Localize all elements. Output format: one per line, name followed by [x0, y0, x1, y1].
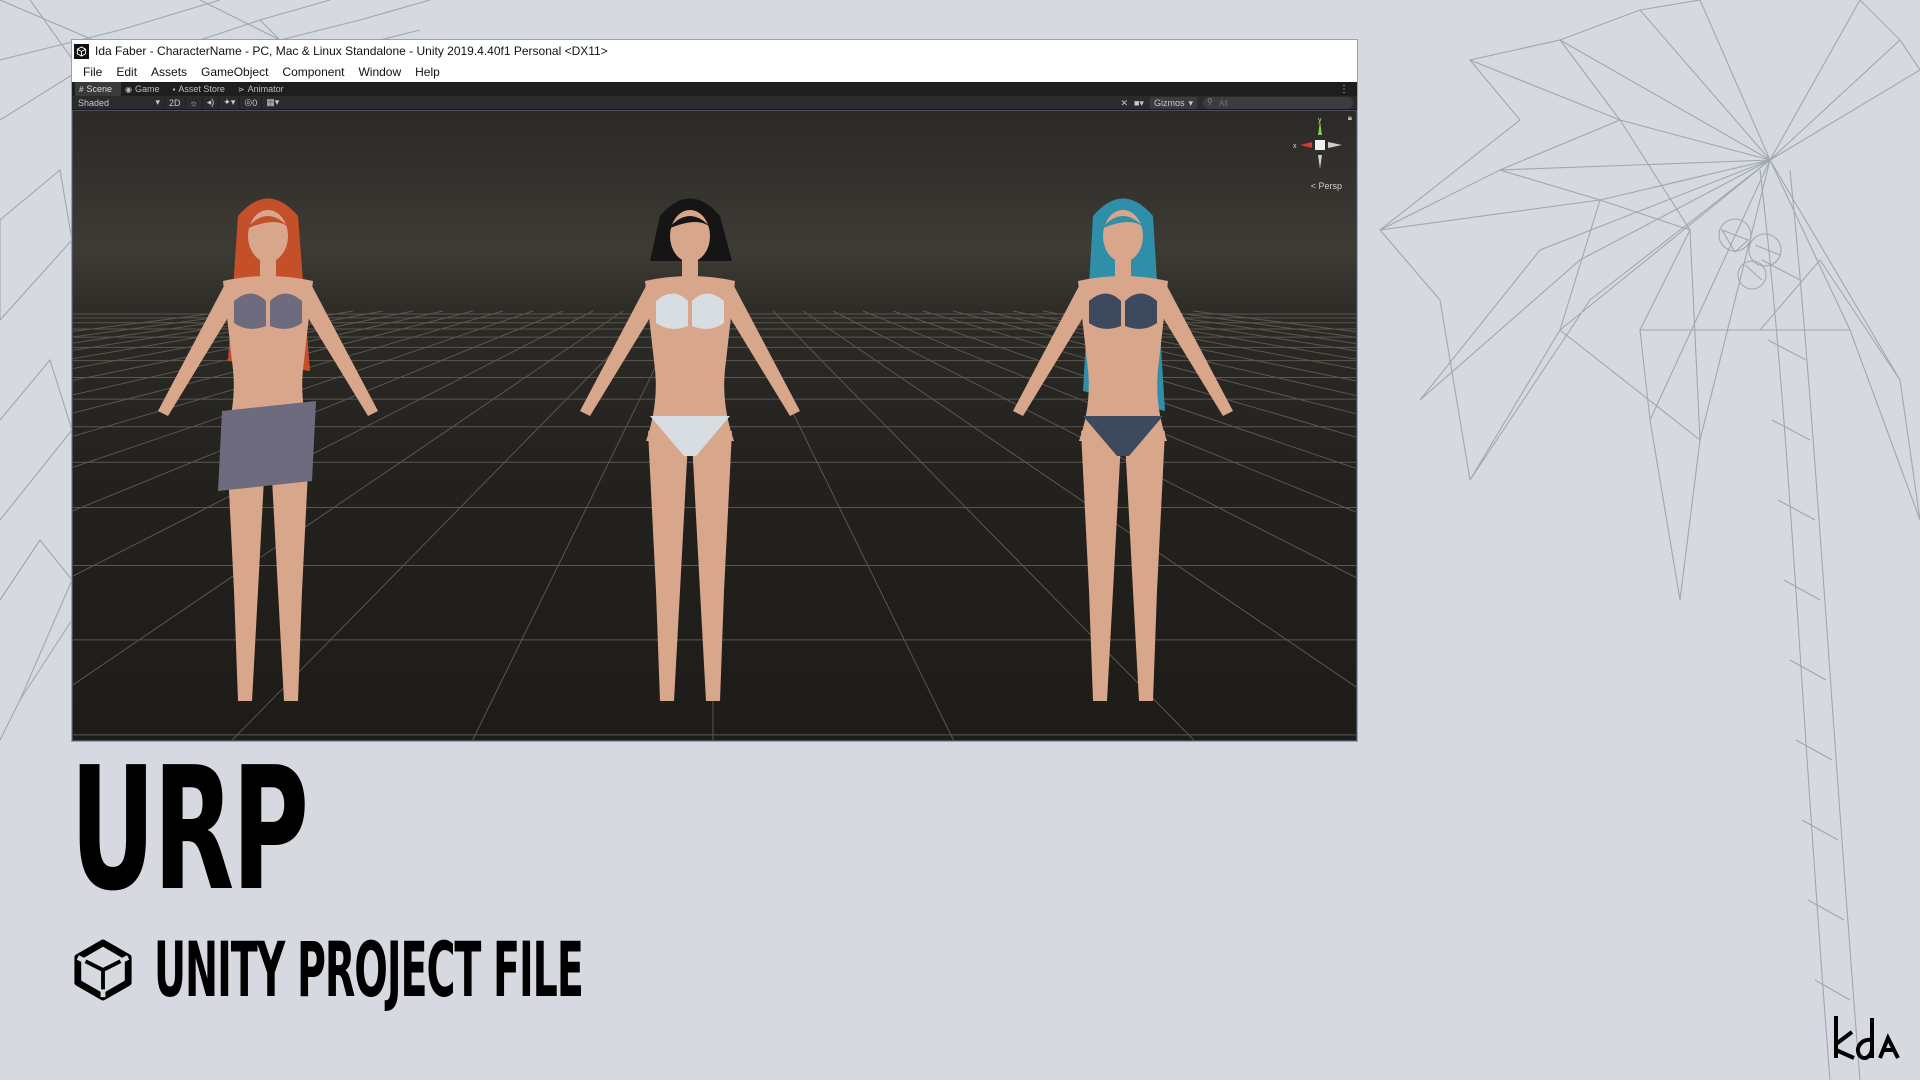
- character-arm: [1013, 286, 1087, 416]
- grid-line: [1192, 310, 1356, 333]
- hash-icon: #: [79, 84, 84, 94]
- menu-assets[interactable]: Assets: [144, 65, 194, 79]
- menu-edit[interactable]: Edit: [109, 65, 144, 79]
- effects-icon: ✦▾: [223, 97, 236, 107]
- subtitle: UNITY PROJECT FILE: [154, 925, 584, 1014]
- tab-game-label: Game: [134, 84, 160, 94]
- character-top: [1125, 293, 1157, 329]
- animator-icon: ⋗: [237, 84, 245, 94]
- grid-dropdown[interactable]: ▦▾: [261, 96, 283, 109]
- gizmo-x-label: x: [1293, 143, 1297, 150]
- shading-mode-dropdown[interactable]: Shaded ▾: [74, 97, 164, 109]
- gizmos-label: Gizmos: [1153, 98, 1185, 108]
- unity-logo-icon: [74, 43, 89, 59]
- grid-line: [73, 310, 384, 369]
- search-icon: ⚲: [1207, 97, 1213, 106]
- hidden-objects-toggle[interactable]: ◎ 0: [239, 96, 261, 109]
- character-top: [692, 293, 724, 329]
- audio-toggle[interactable]: ◂): [201, 96, 219, 109]
- grid-line: [802, 310, 1356, 688]
- camera-dropdown[interactable]: ■▾: [1134, 98, 1144, 109]
- grid-line: [472, 310, 684, 740]
- menu-component[interactable]: Component: [275, 65, 351, 79]
- menu-bar: File Edit Assets GameObject Component Wi…: [72, 62, 1357, 82]
- character-arm: [1159, 286, 1233, 416]
- subtitle-row: UNITY PROJECT FILE: [72, 930, 979, 1010]
- headline: URP: [70, 731, 309, 929]
- bag-icon: ▪: [172, 84, 176, 94]
- menu-gameobject[interactable]: GameObject: [194, 65, 275, 79]
- character-top: [656, 293, 688, 329]
- character-neck: [260, 259, 276, 277]
- toggle-2d-button[interactable]: 2D: [164, 96, 185, 109]
- editor-tabs: # Scene ◉ Game ▪ Asset Store ⋗ Animator …: [72, 82, 1357, 96]
- character-neck: [682, 259, 698, 277]
- grid-line: [1132, 310, 1356, 344]
- grid-line: [73, 310, 594, 577]
- grid-line: [1012, 310, 1356, 382]
- menu-window[interactable]: Window: [351, 65, 408, 79]
- title-bar: Ida Faber - CharacterName - PC, Mac & Li…: [72, 40, 1357, 62]
- character-skirt: [218, 401, 316, 491]
- eye-hidden-icon: ◎: [244, 97, 253, 107]
- tab-scene[interactable]: # Scene: [75, 82, 121, 96]
- gizmo-y-label: y: [1318, 117, 1322, 124]
- panel-menu-icon[interactable]: ⋮: [1339, 84, 1349, 95]
- projection-toggle[interactable]: < Persp: [1311, 181, 1342, 191]
- unity-logo-icon: [74, 939, 132, 1001]
- gamepad-icon: ◉: [124, 84, 132, 94]
- grid-line: [772, 310, 1195, 740]
- tools-icon[interactable]: ✕: [1120, 98, 1128, 109]
- character-model: [580, 198, 800, 701]
- gizmos-dropdown[interactable]: Gizmos ▾: [1149, 97, 1197, 109]
- menu-help[interactable]: Help: [408, 65, 447, 79]
- character-models: [158, 198, 1233, 701]
- scene-toolbar: Shaded ▾ 2D ☼ ◂) ✦▾ ◎ 0 ▦▾ ✕ ■▾ Gizmos ▾…: [72, 96, 1357, 110]
- grid-icon: ▦▾: [266, 97, 280, 107]
- scene-search: ⚲: [1203, 97, 1353, 109]
- orientation-gizmo[interactable]: y x: [1290, 117, 1350, 187]
- tab-game[interactable]: ◉ Game: [121, 82, 169, 96]
- window-title: Ida Faber - CharacterName - PC, Mac & Li…: [95, 44, 608, 58]
- character-top: [270, 293, 302, 329]
- grid-line: [73, 310, 564, 512]
- grid-line: [73, 310, 354, 360]
- tab-asset-store-label: Asset Store: [178, 84, 225, 94]
- scene-viewport[interactable]: 🔒︎ y x < Persp: [72, 110, 1357, 741]
- effects-dropdown[interactable]: ✦▾: [218, 96, 239, 109]
- chevron-down-icon: ▾: [1188, 97, 1193, 108]
- scene-render: [73, 198, 1356, 740]
- character-arm: [580, 286, 654, 416]
- speaker-icon: ◂): [206, 97, 215, 107]
- menu-file[interactable]: File: [76, 65, 109, 79]
- lighting-toggle[interactable]: ☼: [184, 96, 202, 109]
- unity-editor-window: Ida Faber - CharacterName - PC, Mac & Li…: [72, 40, 1357, 741]
- character-arm: [726, 286, 800, 416]
- hidden-objects-count: 0: [252, 97, 258, 108]
- scene-search-input[interactable]: [1203, 97, 1353, 109]
- lightbulb-icon: ☼: [189, 97, 198, 108]
- tab-scene-label: Scene: [86, 84, 112, 94]
- character-top: [234, 293, 266, 329]
- tab-animator-label: Animator: [247, 84, 284, 94]
- shading-mode-value: Shaded: [78, 97, 110, 108]
- character-model: [1013, 198, 1233, 701]
- chevron-down-icon: ▾: [155, 97, 160, 107]
- ida-faber-logo: [1834, 1016, 1900, 1060]
- character-top: [1089, 293, 1121, 329]
- toggle-2d-label: 2D: [169, 97, 181, 108]
- tab-asset-store[interactable]: ▪ Asset Store: [168, 82, 233, 96]
- character-neck: [1115, 259, 1131, 277]
- tab-animator[interactable]: ⋗ Animator: [234, 82, 293, 96]
